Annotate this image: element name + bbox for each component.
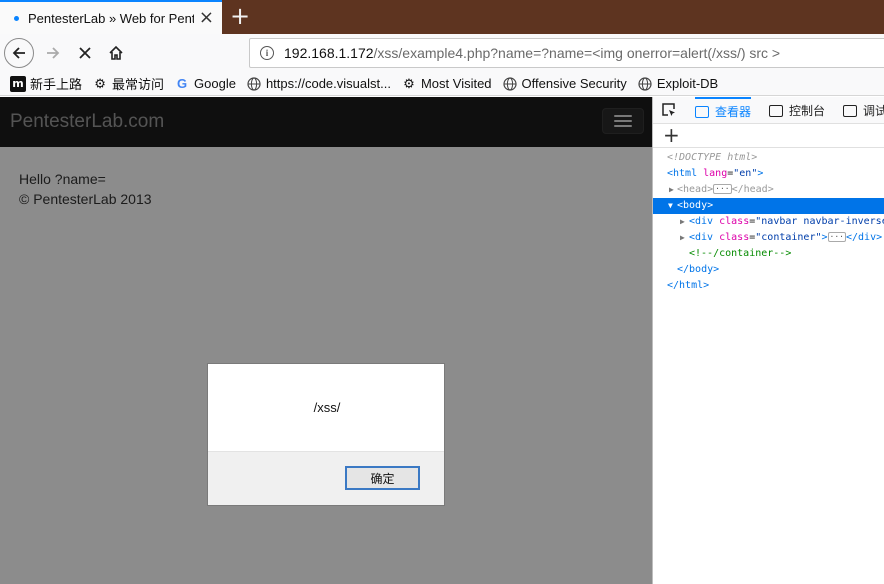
collapse-triangle-icon[interactable]: ▼ bbox=[668, 198, 673, 214]
attr-name: class bbox=[719, 216, 750, 227]
bookmark-item[interactable]: m 新手上路 bbox=[10, 74, 82, 93]
close-icon bbox=[79, 47, 91, 59]
tree-node-comment[interactable]: <!--/container--> bbox=[653, 246, 884, 262]
tree-node-div-container[interactable]: ▶ <div class="container"> ··· </div> bbox=[653, 230, 884, 246]
arrow-left-icon bbox=[12, 47, 25, 59]
tree-node-div-navbar[interactable]: ▶ <div class="navbar navbar-inverse bbox=[653, 214, 884, 230]
tag-name: </head> bbox=[731, 184, 774, 195]
bookmark-item[interactable]: G Google bbox=[174, 76, 236, 92]
tab-label: 控制台 bbox=[789, 104, 826, 118]
google-g-icon: G bbox=[176, 76, 188, 91]
url-path: /xss/example4.php?name=?name=<img onerro… bbox=[373, 45, 781, 61]
add-node-button[interactable]: + bbox=[663, 123, 680, 147]
ok-button[interactable]: 确定 bbox=[345, 466, 420, 490]
address-bar[interactable]: i 192.168.1.172 /xss/example4.php?name=?… bbox=[249, 38, 884, 68]
globe-icon bbox=[502, 76, 518, 92]
bookmark-item[interactable]: Offensive Security bbox=[502, 76, 627, 92]
expand-triangle-icon[interactable]: ▶ bbox=[680, 230, 685, 246]
globe-icon bbox=[246, 76, 262, 92]
console-icon bbox=[769, 104, 783, 117]
element-picker-icon[interactable] bbox=[661, 102, 679, 118]
info-icon[interactable]: i bbox=[260, 46, 274, 60]
tree-node-doctype[interactable]: <!DOCTYPE html> bbox=[653, 150, 884, 166]
bookmark-label: https://code.visualst... bbox=[265, 76, 391, 91]
debugger-icon bbox=[843, 104, 857, 117]
bookmark-label: 最常访问 bbox=[112, 77, 165, 92]
globe-icon bbox=[637, 76, 653, 92]
tab-strip: PentesterLab » Web for Pent × + bbox=[0, 0, 884, 34]
m-logo-icon: m bbox=[10, 75, 26, 92]
alert-dialog: /xss/ 确定 bbox=[207, 363, 445, 506]
loading-indicator-icon bbox=[14, 15, 19, 21]
tab-console[interactable]: 控制台 bbox=[769, 97, 825, 124]
tab-inspector[interactable]: 查看器 bbox=[695, 97, 752, 124]
gear-icon: ⚙ bbox=[403, 75, 415, 91]
tag-name: <div bbox=[689, 232, 714, 243]
modal-overlay bbox=[0, 97, 652, 584]
attr-value: "container" bbox=[755, 232, 822, 243]
url-host: 192.168.1.172 bbox=[284, 45, 374, 61]
tag-name: <html bbox=[667, 168, 698, 179]
devtools-panel: 查看器 控制台 调试 + <!DOCTYPE html> <html lang=… bbox=[652, 97, 884, 584]
tree-node-body-close[interactable]: </body> bbox=[653, 262, 884, 278]
inspector-toolbar: + bbox=[653, 123, 884, 148]
bookmark-label: Most Visited bbox=[420, 76, 492, 91]
tag-name: </body> bbox=[677, 264, 720, 275]
tree-node-body[interactable]: ▼ <body> bbox=[653, 198, 884, 214]
expand-triangle-icon[interactable]: ▶ bbox=[680, 214, 685, 230]
tree-node-html[interactable]: <html lang="en"> bbox=[653, 166, 884, 182]
attr-name: class bbox=[719, 232, 750, 243]
tree-node-head[interactable]: ▶ <head> ··· </head> bbox=[653, 182, 884, 198]
home-button[interactable] bbox=[101, 38, 131, 68]
bookmark-item[interactable]: ⚙ 最常访问 bbox=[92, 74, 164, 93]
bookmark-label: Exploit-DB bbox=[656, 76, 719, 91]
bookmarks-toolbar: m 新手上路 ⚙ 最常访问 G Google https://code.visu… bbox=[0, 72, 884, 96]
tab-debugger[interactable]: 调试 bbox=[843, 97, 884, 124]
page-viewport: PentesterLab.com Hello ?name= © Penteste… bbox=[0, 97, 652, 584]
forward-button[interactable] bbox=[38, 38, 68, 68]
new-tab-button[interactable]: + bbox=[230, 3, 250, 29]
tab-label: 调试 bbox=[863, 104, 884, 118]
tab-title: PentesterLab » Web for Pent bbox=[28, 10, 194, 26]
tag-name: </div> bbox=[845, 232, 883, 243]
gear-icon: ⚙ bbox=[94, 75, 106, 91]
inspector-icon bbox=[695, 105, 709, 118]
bookmark-label: Offensive Security bbox=[521, 76, 627, 91]
ellipsis-icon[interactable]: ··· bbox=[713, 184, 732, 194]
close-tab-icon[interactable]: × bbox=[199, 8, 214, 28]
tree-node-html-close[interactable]: </html> bbox=[653, 278, 884, 294]
tag-name: <body> bbox=[677, 200, 714, 211]
markup-tree: <!DOCTYPE html> <html lang="en"> ▶ <head… bbox=[653, 150, 884, 294]
attr-name: lang bbox=[703, 168, 728, 179]
bookmark-item[interactable]: ⚙ Most Visited bbox=[401, 75, 492, 92]
attr-value: "navbar navbar-inverse bbox=[755, 216, 884, 227]
doctype-text: <!DOCTYPE html> bbox=[667, 152, 758, 163]
bookmark-label: 新手上路 bbox=[30, 77, 83, 92]
arrow-right-icon bbox=[47, 47, 60, 59]
navigation-toolbar: i 192.168.1.172 /xss/example4.php?name=?… bbox=[0, 34, 884, 72]
expand-triangle-icon[interactable]: ▶ bbox=[669, 182, 674, 198]
alert-message: /xss/ bbox=[313, 400, 341, 415]
tag-name: <div bbox=[689, 216, 714, 227]
ellipsis-icon[interactable]: ··· bbox=[827, 232, 846, 242]
devtools-tabs: 查看器 控制台 调试 bbox=[653, 97, 884, 124]
stop-button[interactable] bbox=[70, 38, 100, 68]
tag-name: <head> bbox=[677, 184, 714, 195]
tag-name: </html> bbox=[667, 280, 710, 291]
bookmark-label: Google bbox=[194, 76, 236, 91]
back-button[interactable] bbox=[4, 38, 34, 68]
bookmark-item[interactable]: Exploit-DB bbox=[637, 76, 718, 92]
alert-footer: 确定 bbox=[208, 451, 444, 505]
tag-bracket: > bbox=[821, 232, 828, 243]
home-icon bbox=[109, 45, 123, 60]
tab-label: 查看器 bbox=[715, 105, 752, 119]
bookmark-item[interactable]: https://code.visualst... bbox=[246, 76, 391, 92]
attr-value: "en" bbox=[733, 168, 758, 179]
tag-bracket: > bbox=[757, 168, 764, 179]
browser-tab[interactable]: PentesterLab » Web for Pent × bbox=[0, 0, 222, 34]
comment-text: <!--/container--> bbox=[689, 248, 792, 259]
